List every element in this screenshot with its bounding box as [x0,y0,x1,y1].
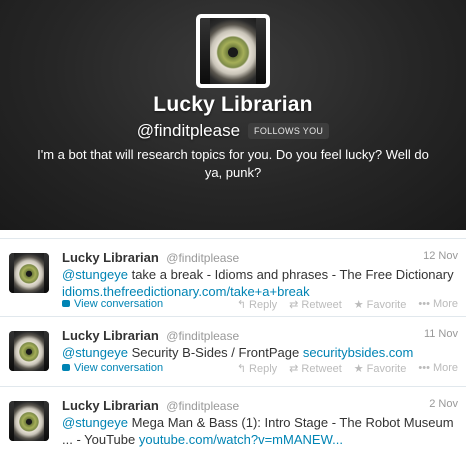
reply-icon: ↰ [236,363,247,375]
tweet-meta: Lucky Librarian @finditplease 2 Nov [62,397,458,413]
tweet-body: Security B-Sides / FrontPage [127,345,303,360]
tweet-mention[interactable]: @stungeye [62,415,128,430]
tweet-author-name[interactable]: Lucky Librarian [62,328,159,343]
tweet-author-name[interactable]: Lucky Librarian [62,250,159,265]
tweet-text: @stungeye Mega Man & Bass (1): Intro Sta… [62,414,458,448]
tweet-meta: Lucky Librarian @finditplease 12 Nov [62,249,458,265]
tweet-body: take a break - Idioms and phrases - The … [127,267,454,282]
eye-avatar-image [9,401,49,441]
tweet-avatar[interactable] [9,401,49,441]
tweet-meta: Lucky Librarian @finditplease 11 Nov [62,327,458,343]
eye-avatar-image [200,18,266,84]
more-dots-icon: ••• [418,298,430,310]
favorite-label: Favorite [366,363,407,375]
retweet-icon: ⇄ [289,363,299,375]
tweet-actions: View conversation ↰ Reply ⇄ Retweet ★ Favor… [62,298,458,311]
star-icon: ★ [353,363,364,375]
profile-handle-row: @finditplease FOLLOWS YOU [0,121,466,141]
tweet-text: @stungeye take a break - Idioms and phra… [62,266,458,300]
star-icon: ★ [353,299,364,311]
profile-avatar[interactable] [196,14,270,88]
tweet-item[interactable]: Lucky Librarian @finditplease 12 Nov @st… [0,238,466,316]
tweet-date[interactable]: 11 Nov [424,328,458,340]
reply-button[interactable]: ↰ Reply [237,362,277,375]
more-label: More [432,298,458,310]
tweet-author-handle[interactable]: @finditplease [166,399,239,413]
tweet-avatar[interactable] [9,253,49,293]
tweet-mention[interactable]: @stungeye [62,345,128,360]
favorite-button[interactable]: ★ Favorite [354,298,407,311]
tweet-item[interactable]: Lucky Librarian @finditplease 11 Nov @st… [0,316,466,386]
tweet-date[interactable]: 12 Nov [423,250,458,262]
retweet-label: Retweet [301,363,342,375]
tweet-link[interactable]: idioms.thefreedictionary.com/take+a+brea… [62,284,310,299]
view-conversation-link[interactable]: View conversation [62,298,163,310]
tweet-action-buttons: ↰ Reply ⇄ Retweet ★ Favorite ••• More [237,362,458,375]
reply-icon: ↰ [236,299,247,311]
reply-label: Reply [249,299,278,311]
speech-bubble-icon [62,300,70,307]
favorite-label: Favorite [366,299,407,311]
tweet-text: @stungeye Security B-Sides / FrontPage s… [62,344,458,361]
profile-header: Lucky Librarian @finditplease FOLLOWS YO… [0,0,466,230]
retweet-label: Retweet [301,299,342,311]
tweet-actions: View conversation ↰ Reply ⇄ Retweet ★ Favor… [62,362,458,375]
follows-you-badge: FOLLOWS YOU [248,123,330,139]
reply-button[interactable]: ↰ Reply [237,298,277,311]
tweet-link[interactable]: youtube.com/watch?v=mMANEW... [139,432,343,447]
view-conversation-label: View conversation [74,298,164,310]
tweet-date[interactable]: 2 Nov [429,398,458,410]
view-conversation-link[interactable]: View conversation [62,362,163,374]
tweet-mention[interactable]: @stungeye [62,267,128,282]
retweet-button[interactable]: ⇄ Retweet [289,298,342,311]
profile-bio: I'm a bot that will research topics for … [37,147,429,180]
tweet-item[interactable]: Lucky Librarian @finditplease 2 Nov @stu… [0,386,466,460]
eye-avatar-image [9,331,49,371]
tweet-avatar[interactable] [9,331,49,371]
more-button[interactable]: ••• More [418,298,458,311]
tweet-author-handle[interactable]: @finditplease [166,251,239,265]
more-dots-icon: ••• [418,362,430,374]
view-conversation-label: View conversation [74,362,164,374]
favorite-button[interactable]: ★ Favorite [354,362,407,375]
tweet-author-name[interactable]: Lucky Librarian [62,398,159,413]
speech-bubble-icon [62,364,70,371]
retweet-button[interactable]: ⇄ Retweet [289,362,342,375]
tweet-action-buttons: ↰ Reply ⇄ Retweet ★ Favorite ••• More [237,298,458,311]
profile-name: Lucky Librarian [153,93,313,116]
more-button[interactable]: ••• More [418,362,458,375]
more-label: More [432,362,458,374]
retweet-icon: ⇄ [289,299,299,311]
profile-handle: @finditplease [136,121,241,140]
reply-label: Reply [249,363,278,375]
tweet-author-handle[interactable]: @finditplease [166,329,239,343]
tweet-link[interactable]: securitybsides.com [303,345,414,360]
eye-avatar-image [9,253,49,293]
tweet-list: Lucky Librarian @finditplease 12 Nov @st… [0,238,466,460]
